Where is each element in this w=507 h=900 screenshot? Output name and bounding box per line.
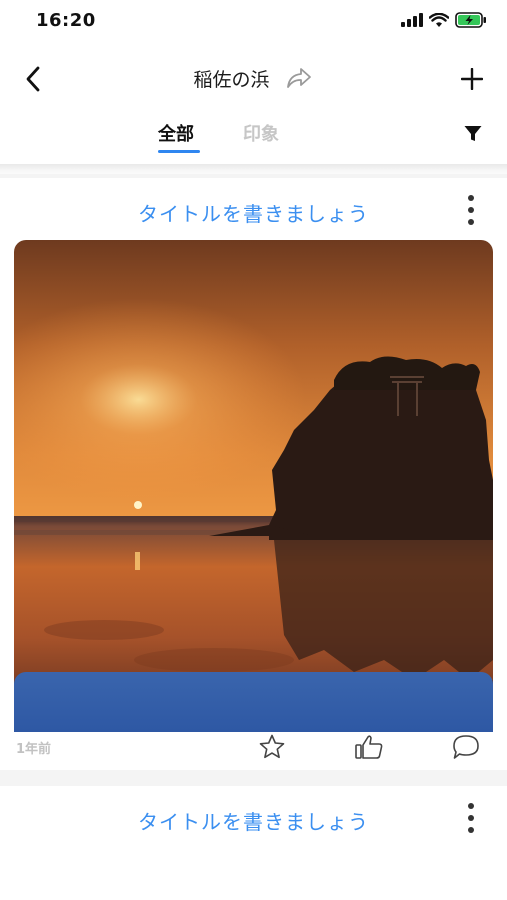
active-tab-indicator bbox=[158, 150, 200, 153]
thumbs-up-icon bbox=[355, 735, 383, 759]
comment-icon bbox=[453, 735, 479, 759]
tab-all[interactable]: 全部 bbox=[158, 120, 194, 146]
more-button[interactable] bbox=[459, 192, 483, 228]
status-bar: 16:20 bbox=[0, 0, 507, 44]
post-photo[interactable] bbox=[14, 240, 493, 719]
signal-icon bbox=[401, 13, 423, 27]
share-button[interactable] bbox=[284, 64, 314, 92]
battery-charging-icon bbox=[455, 12, 486, 28]
like-button[interactable] bbox=[354, 732, 384, 762]
blue-sky-photo[interactable] bbox=[14, 672, 493, 732]
post-title[interactable]: タイトルを書きましょう bbox=[0, 198, 507, 227]
filter-funnel-icon bbox=[464, 126, 482, 141]
star-icon bbox=[259, 734, 285, 759]
tab-bar: 全部 印象 bbox=[0, 112, 507, 164]
post-time: 1年前 bbox=[16, 742, 52, 757]
favorite-button[interactable] bbox=[257, 732, 287, 762]
status-time: 16:20 bbox=[36, 10, 96, 31]
nav-center: 稲佐の浜 bbox=[0, 64, 507, 92]
filter-button[interactable] bbox=[463, 124, 485, 146]
sunset-beach-rock-photo bbox=[14, 240, 493, 719]
more-vertical-icon bbox=[468, 803, 474, 809]
add-button[interactable] bbox=[455, 62, 489, 96]
feed[interactable]: タイトルを書きましょう 1年前 タイトルを書きましょう bbox=[0, 174, 507, 900]
wifi-icon bbox=[429, 12, 449, 27]
post-card: タイトルを書きましょう bbox=[0, 786, 507, 900]
more-vertical-icon bbox=[468, 195, 474, 201]
page-title: 稲佐の浜 bbox=[193, 68, 270, 91]
status-icons bbox=[401, 12, 487, 28]
share-arrow-icon bbox=[286, 68, 311, 88]
comment-button[interactable] bbox=[451, 732, 481, 762]
tab-impression[interactable]: 印象 bbox=[243, 120, 279, 146]
more-button[interactable] bbox=[459, 800, 483, 836]
nav-bar: 稲佐の浜 bbox=[0, 52, 507, 104]
post-title[interactable]: タイトルを書きましょう bbox=[0, 806, 507, 835]
tab-divider bbox=[0, 164, 507, 174]
plus-icon bbox=[461, 68, 483, 90]
post-meta: 1年前 bbox=[0, 726, 507, 766]
